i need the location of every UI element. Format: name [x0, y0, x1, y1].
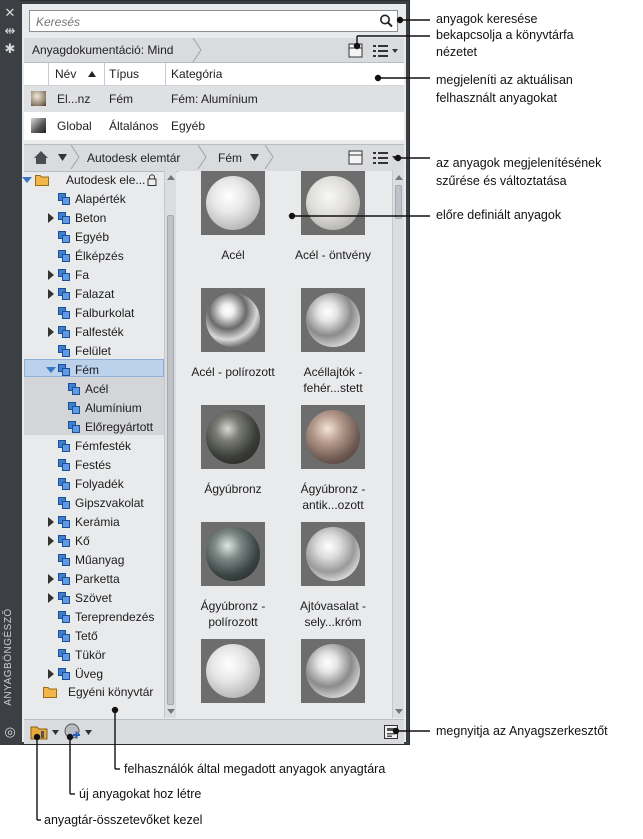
callout-editor: megnyitja az Anyagszerkesztőt: [436, 724, 608, 738]
callout-user-library: felhasználók által megadott anyagok anya…: [124, 762, 386, 776]
callout-filter-line1: az anyagok megjelenítésének: [436, 156, 602, 170]
callout-manage: anyagtár-összetevőket kezel: [44, 813, 203, 827]
callout-filter-line2: szűrése és változtatása: [436, 174, 567, 188]
callout-create: új anyagokat hoz létre: [79, 787, 202, 801]
callout-toggle-view-line2: nézetet: [436, 45, 478, 59]
callout-document-line1: megjeleníti az aktuálisan: [436, 73, 573, 87]
callout-lines: [33, 16, 430, 821]
callout-toggle-view-line1: bekapcsolja a könyvtárfa: [436, 28, 574, 42]
callout-document-line2: felhasznált anyagokat: [436, 91, 557, 105]
callout-search: anyagok keresése: [436, 12, 538, 26]
callout-predefined: előre definiált anyagok: [436, 208, 562, 222]
